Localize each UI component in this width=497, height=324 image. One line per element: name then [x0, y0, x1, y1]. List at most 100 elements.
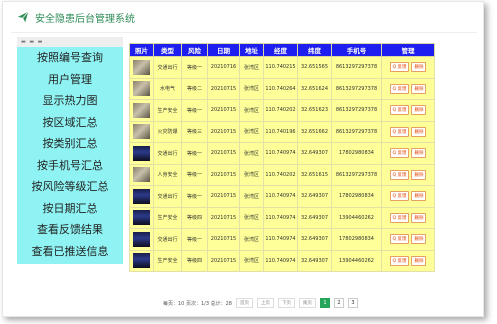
photo-thumbnail[interactable] [133, 59, 150, 75]
delete-button[interactable]: 删除 [411, 212, 427, 223]
column-header: 风险 [181, 43, 208, 57]
delete-button[interactable]: 删除 [411, 191, 427, 202]
risk-cell: 等级一 [181, 185, 208, 208]
address-cell: 张湾区 [239, 120, 264, 143]
date-cell: 20210716 [207, 56, 240, 79]
feedback-button[interactable]: Q 反馈 [389, 234, 410, 245]
longitude-cell: 110.740202 [263, 99, 298, 122]
delete-button[interactable]: 删除 [411, 105, 427, 116]
feedback-button[interactable]: Q 反馈 [389, 212, 410, 223]
app-header: 安全隐患后台管理系统 [17, 10, 135, 25]
address-cell: 张湾区 [239, 185, 264, 208]
sidebar-item[interactable]: 按照编号查询 [17, 47, 123, 69]
delete-button[interactable]: 删除 [411, 126, 427, 137]
page-number-1[interactable]: 1 [319, 298, 330, 308]
delete-button[interactable]: 删除 [411, 148, 427, 159]
data-table: 照片 类型 风险 日期 地址 经度 纬度 手机号 管理 交通出行 等级一 20210716 张湾区 11… [129, 43, 435, 272]
risk-cell: 等级四 [181, 206, 208, 229]
address-cell: 张湾区 [239, 228, 264, 251]
table-row: 火灾防爆 等级三 20210715 张湾区 110.740196 32.651662 861… [129, 120, 435, 143]
type-cell: 生产安全 [153, 99, 182, 122]
app-window: 安全隐患后台管理系统 ▬ ▬ ▬ 按照编号查询 用户管理 显示热力图 按区域汇总 按类别… [2, 1, 484, 317]
actions-cell: Q 反馈 删除 [381, 120, 435, 143]
feedback-button[interactable]: Q 反馈 [389, 126, 410, 137]
delete-button[interactable]: 删除 [411, 62, 427, 73]
address-cell: 张湾区 [239, 206, 264, 229]
risk-cell: 等级一 [181, 142, 208, 165]
column-header: 照片 [129, 43, 154, 57]
sidebar: ▬ ▬ ▬ 按照编号查询 用户管理 显示热力图 按区域汇总 按类别汇总 按手机号汇总 按风险… [17, 37, 123, 264]
phone-cell: 17802980834 [331, 228, 382, 251]
phone-cell: 13904460262 [331, 249, 382, 272]
type-cell: 火灾防爆 [153, 120, 182, 143]
photo-cell [129, 77, 154, 100]
pagination-info: 每页：10 页次：1/3 总计：28 [163, 300, 232, 307]
photo-thumbnail[interactable] [133, 210, 150, 226]
sidebar-item[interactable]: 按手机号汇总 [17, 155, 123, 177]
next-page-button[interactable]: 下页 [277, 298, 295, 308]
type-cell: 交通出行 [153, 185, 182, 208]
feedback-button[interactable]: Q 反馈 [389, 169, 410, 180]
date-cell: 20210715 [207, 99, 240, 122]
photo-thumbnail[interactable] [133, 124, 150, 140]
sidebar-item[interactable]: 显示热力图 [17, 90, 123, 112]
sidebar-item[interactable]: 用户管理 [17, 69, 123, 91]
menu-icon[interactable]: ▬ ▬ ▬ [21, 39, 43, 45]
feedback-button[interactable]: Q 反馈 [389, 191, 410, 202]
delete-button[interactable]: 删除 [411, 234, 427, 245]
risk-cell: 等级二 [181, 77, 208, 100]
sidebar-item[interactable]: 按区域汇总 [17, 112, 123, 134]
photo-thumbnail[interactable] [133, 102, 150, 118]
actions-cell: Q 反馈 删除 [381, 142, 435, 165]
first-page-button[interactable]: 首页 [235, 298, 253, 308]
sidebar-item[interactable]: 查看已推送信息 [17, 241, 123, 263]
address-cell: 张湾区 [239, 99, 264, 122]
feedback-button[interactable]: Q 反馈 [389, 148, 410, 159]
actions-cell: Q 反馈 删除 [381, 56, 435, 79]
sidebar-item[interactable]: 按日期汇总 [17, 198, 123, 220]
column-header: 手机号 [331, 43, 382, 57]
prev-page-button[interactable]: 上页 [256, 298, 274, 308]
longitude-cell: 110.740974 [263, 228, 298, 251]
type-cell: 生产安全 [153, 249, 182, 272]
feedback-button[interactable]: Q 反馈 [389, 83, 410, 94]
photo-thumbnail[interactable] [133, 231, 150, 247]
latitude-cell: 32.649307 [297, 228, 332, 251]
longitude-cell: 110.740215 [263, 56, 298, 79]
column-header: 管理 [381, 43, 435, 57]
column-header: 地址 [239, 43, 264, 57]
phone-cell: 8613297297378 [331, 56, 382, 79]
date-cell: 20210715 [207, 120, 240, 143]
phone-cell: 8613297297378 [331, 163, 382, 186]
page-number-2[interactable]: 2 [333, 298, 344, 308]
column-header: 类型 [153, 43, 182, 57]
photo-thumbnail[interactable] [133, 145, 150, 161]
sidebar-item[interactable]: 按类别汇总 [17, 133, 123, 155]
page-number-3[interactable]: 3 [347, 298, 358, 308]
latitude-cell: 32.649307 [297, 142, 332, 165]
actions-cell: Q 反馈 删除 [381, 163, 435, 186]
last-page-button[interactable]: 尾页 [298, 298, 316, 308]
longitude-cell: 110.740196 [263, 120, 298, 143]
photo-cell [129, 249, 154, 272]
column-header: 经度 [263, 43, 298, 57]
feedback-button[interactable]: Q 反馈 [389, 255, 410, 266]
latitude-cell: 32.649307 [297, 249, 332, 272]
risk-cell: 等级三 [181, 120, 208, 143]
feedback-button[interactable]: Q 反馈 [389, 62, 410, 73]
photo-cell [129, 185, 154, 208]
date-cell: 20210715 [207, 206, 240, 229]
header-divider [11, 32, 477, 33]
delete-button[interactable]: 删除 [411, 83, 427, 94]
phone-cell: 17802980834 [331, 185, 382, 208]
risk-cell: 等级一 [181, 56, 208, 79]
sidebar-item[interactable]: 查看反馈结果 [17, 219, 123, 241]
photo-thumbnail[interactable] [133, 253, 150, 269]
delete-button[interactable]: 删除 [411, 169, 427, 180]
feedback-button[interactable]: Q 反馈 [389, 105, 410, 116]
photo-thumbnail[interactable] [133, 81, 150, 97]
sidebar-item[interactable]: 按风险等级汇总 [17, 176, 123, 198]
delete-button[interactable]: 删除 [411, 255, 427, 266]
photo-thumbnail[interactable] [133, 167, 150, 183]
photo-thumbnail[interactable] [133, 188, 150, 204]
